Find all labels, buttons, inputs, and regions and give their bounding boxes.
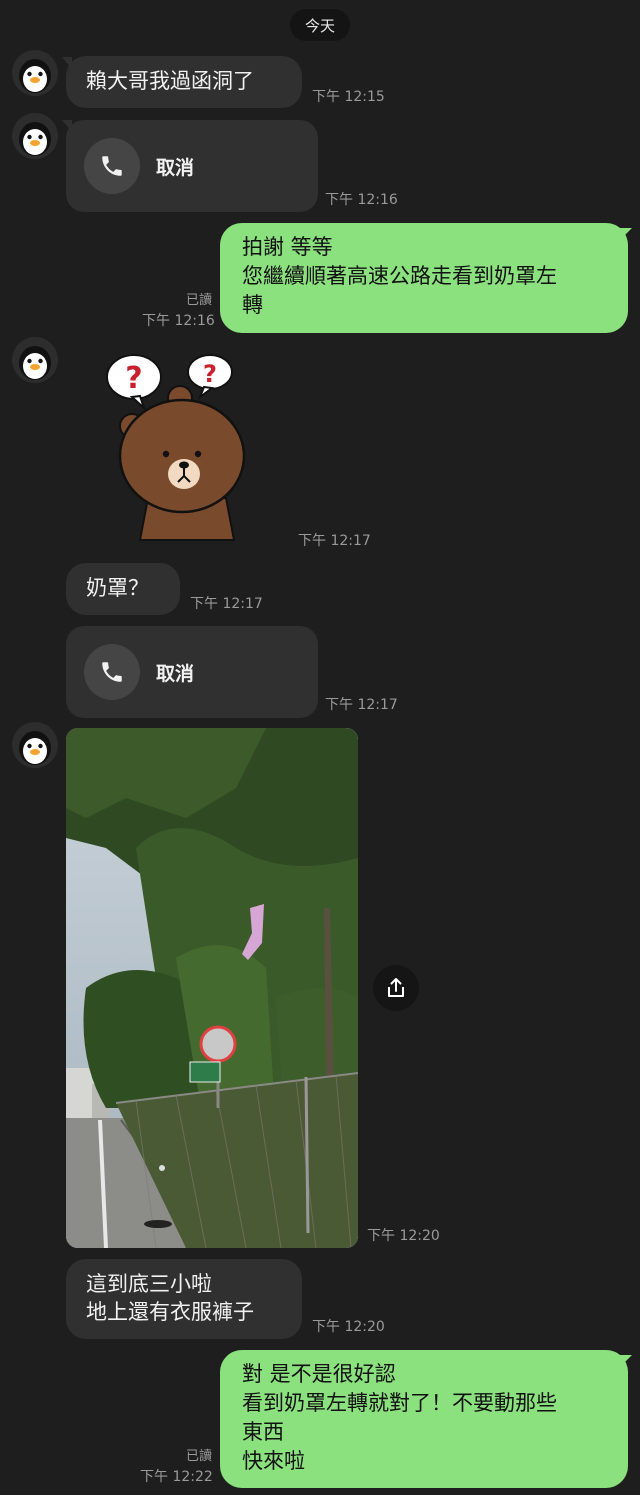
phone-icon	[102, 662, 122, 682]
message-line: 拍謝 等等	[242, 235, 333, 259]
read-receipt: 已讀	[185, 1449, 212, 1464]
bubble-tail	[620, 1355, 632, 1367]
call-label: 取消	[156, 662, 195, 685]
message-line: 東西	[242, 1420, 284, 1444]
bubble-tail	[620, 228, 632, 240]
contact-avatar[interactable]	[12, 337, 58, 383]
message-time: 下午 12:15	[312, 89, 385, 105]
message-line: 對 是不是很好認	[242, 1362, 396, 1386]
brown-bear-sticker-icon: ? ?	[106, 354, 246, 541]
sticker[interactable]: ? ?	[100, 350, 250, 546]
message-time: 下午 12:17	[298, 533, 371, 549]
call-card[interactable]: 取消	[66, 626, 318, 718]
call-label: 取消	[156, 156, 195, 179]
message-text: 賴大哥我過函洞了	[86, 69, 254, 93]
message-bubble[interactable]: 這到底三小啦 地上還有衣服褲子	[66, 1259, 302, 1339]
svg-text:?: ?	[125, 361, 142, 396]
message-time: 下午 12:17	[325, 697, 398, 713]
message-line: 看到奶罩左轉就對了！不要動那些	[242, 1391, 557, 1415]
penguin-avatar-icon	[19, 122, 51, 156]
share-icon	[388, 978, 404, 997]
photo-message[interactable]	[66, 728, 358, 1248]
penguin-avatar-icon	[19, 731, 51, 765]
roadside-photo	[66, 728, 358, 1248]
contact-avatar[interactable]	[12, 722, 58, 768]
penguin-avatar-icon	[19, 59, 51, 93]
share-button[interactable]	[373, 965, 419, 1011]
svg-text:?: ?	[203, 360, 217, 388]
message-bubble[interactable]: 賴大哥我過函洞了	[66, 56, 302, 108]
message-line: 快來啦	[242, 1449, 305, 1473]
message-line: 您繼續順著高速公路走看到奶罩左	[242, 264, 557, 288]
contact-avatar[interactable]	[12, 113, 58, 159]
read-receipt: 已讀	[185, 293, 212, 308]
phone-icon	[102, 156, 122, 176]
message-line: 這到底三小啦	[86, 1272, 212, 1296]
message-time: 下午 12:16	[142, 313, 215, 329]
message-time: 下午 12:16	[325, 192, 398, 208]
message-line: 轉	[242, 293, 263, 317]
message-time: 下午 12:20	[367, 1228, 440, 1244]
call-icon-circle	[84, 644, 140, 700]
call-card[interactable]: 取消	[66, 120, 318, 212]
message-text: 奶罩？	[86, 576, 149, 600]
outgoing-message-bubble[interactable]: 拍謝 等等 您繼續順著高速公路走看到奶罩左 轉	[220, 223, 628, 333]
message-bubble[interactable]: 奶罩？	[66, 563, 180, 615]
contact-avatar[interactable]	[12, 50, 58, 96]
outgoing-message-bubble[interactable]: 對 是不是很好認 看到奶罩左轉就對了！不要動那些 東西 快來啦	[220, 1350, 628, 1488]
message-time: 下午 12:17	[190, 596, 263, 612]
penguin-avatar-icon	[19, 346, 51, 380]
call-icon-circle	[84, 138, 140, 194]
message-time: 下午 12:22	[140, 1469, 213, 1485]
date-separator: 今天	[290, 9, 350, 41]
message-line: 地上還有衣服褲子	[86, 1300, 254, 1324]
message-time: 下午 12:20	[312, 1319, 385, 1335]
